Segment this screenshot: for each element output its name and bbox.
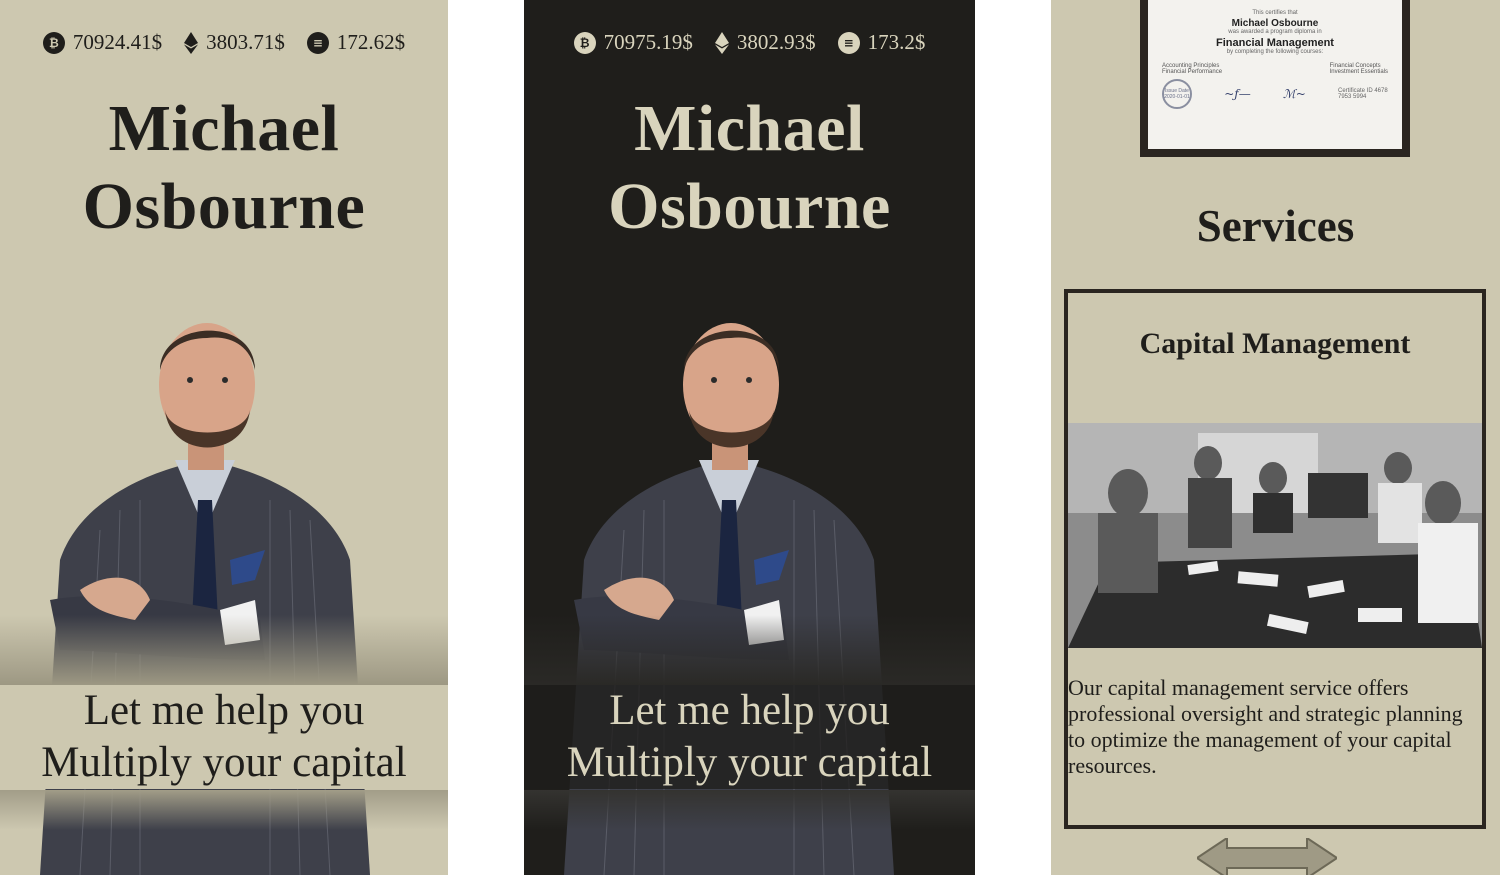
hero-panel-dark: ₿ 70975.19$ 3802.93$ ≡ 173.2$ Michael Os… xyxy=(524,0,975,875)
hero-last-name: Osbourne xyxy=(608,170,891,243)
service-card-description: Our capital management service offers pr… xyxy=(1068,675,1463,778)
certificate-image: This certifies that Michael Osbourne was… xyxy=(1148,0,1402,149)
service-card-title: Capital Management xyxy=(1139,327,1411,360)
hero-panel-light: ₿ 70924.41$ 3803.71$ ≡ 172.62$ Michael O… xyxy=(0,0,448,875)
tagline-line-2: Multiply your capital xyxy=(41,739,407,786)
certificate-awarded: was awarded a program diploma in xyxy=(1228,29,1322,35)
tagline-line-1: Let me help you xyxy=(83,687,365,734)
hero-tagline: Let me help you Multiply your capital xyxy=(524,685,975,789)
certificate-certifies: This certifies that xyxy=(1252,10,1298,16)
seal-label: Issue Date 2020-01-01 xyxy=(1164,88,1190,100)
hero-first-name: Michael xyxy=(634,92,865,165)
carousel-arrows-icon[interactable] xyxy=(1197,838,1337,875)
certificate-completing: by completing the following courses: xyxy=(1226,49,1324,55)
ticker-item-ethereum: 3803.71$ xyxy=(184,30,285,55)
signature-icon: ~ƒ— xyxy=(1224,87,1251,101)
bitcoin-price: 70975.19$ xyxy=(603,30,693,54)
services-panel: This certifies that Michael Osbourne was… xyxy=(1051,0,1500,875)
certificate-recipient: Michael Osbourne xyxy=(1231,18,1319,29)
solana-price: 173.2$ xyxy=(867,30,926,54)
ethereum-price: 3803.71$ xyxy=(206,30,285,54)
certificate-program: Financial Management xyxy=(1216,37,1334,49)
crypto-ticker: ₿ 70975.19$ 3802.93$ ≡ 173.2$ xyxy=(524,30,975,55)
certificate-course: Financial Performance xyxy=(1162,69,1223,75)
crypto-ticker: ₿ 70924.41$ 3803.71$ ≡ 172.62$ xyxy=(0,30,448,55)
ticker-item-ethereum: 3802.93$ xyxy=(714,30,816,55)
hero-tagline: Let me help you Multiply your capital xyxy=(0,685,448,789)
certificate-frame: This certifies that Michael Osbourne was… xyxy=(1140,0,1410,157)
portrait-fade-top xyxy=(0,615,448,685)
bitcoin-icon: ₿ xyxy=(573,31,596,54)
ethereum-icon xyxy=(184,31,199,54)
service-card[interactable]: Capital Management Our capital managemen… xyxy=(1064,289,1486,829)
services-heading: Services xyxy=(1196,201,1355,251)
ticker-item-solana: ≡ 172.62$ xyxy=(306,30,406,55)
certificate-courses: Accounting Principles Financial Performa… xyxy=(1148,63,1402,75)
solana-icon: ≡ xyxy=(837,31,860,54)
solana-price: 172.62$ xyxy=(336,30,406,54)
ticker-item-bitcoin: ₿ 70975.19$ xyxy=(573,30,693,55)
certificate-footer: Issue Date 2020-01-01 ~ƒ— ℳ~ Certificate… xyxy=(1148,79,1402,109)
portrait-fade-bottom xyxy=(524,790,975,830)
ethereum-price: 3802.93$ xyxy=(736,30,816,54)
hero-name: Michael Osbourne xyxy=(0,90,448,246)
hero-last-name: Osbourne xyxy=(82,170,366,243)
certificate-id: Certificate ID 4678 7953 5994 xyxy=(1338,88,1388,100)
hero-first-name: Michael xyxy=(108,92,340,165)
ticker-item-bitcoin: ₿ 70924.41$ xyxy=(42,30,163,55)
bitcoin-icon: ₿ xyxy=(42,31,65,54)
solana-icon: ≡ xyxy=(306,31,329,54)
ethereum-icon xyxy=(714,31,729,54)
hero-name: Michael Osbourne xyxy=(524,90,975,246)
portrait-fade-bottom xyxy=(0,790,448,830)
seal-icon: Issue Date 2020-01-01 xyxy=(1162,79,1192,109)
meeting-photo xyxy=(1068,423,1482,648)
tagline-line-2: Multiply your capital xyxy=(566,739,933,786)
tagline-line-1: Let me help you xyxy=(609,687,890,734)
bitcoin-price: 70924.41$ xyxy=(72,30,163,54)
certificate-course: Investment Essentials xyxy=(1329,69,1388,75)
signature-icon: ℳ~ xyxy=(1282,87,1306,101)
ticker-item-solana: ≡ 173.2$ xyxy=(837,30,926,55)
portrait-fade-top xyxy=(524,615,975,685)
